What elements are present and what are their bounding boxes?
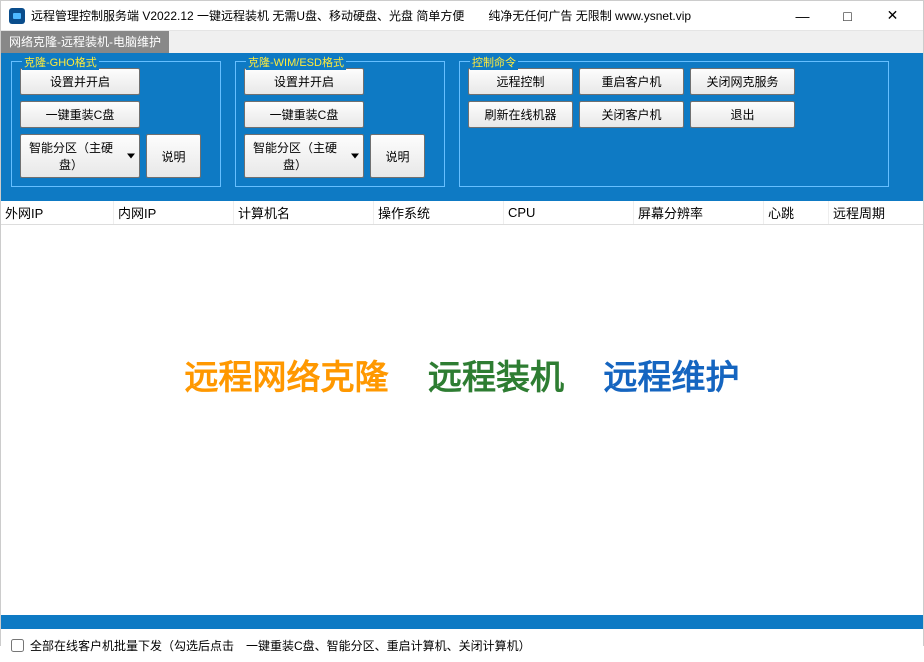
watermark-1: 远程网络克隆 bbox=[185, 359, 389, 397]
col-resolution[interactable]: 屏幕分辨率 bbox=[634, 201, 764, 224]
table-header-row: 外网IP 内网IP 计算机名 操作系统 CPU 屏幕分辨率 心跳 远程周期 bbox=[1, 201, 923, 225]
shutdown-client-button[interactable]: 关闭客户机 bbox=[579, 101, 684, 128]
window-title: 远程管理控制服务端 V2022.12 一键远程装机 无需U盘、移动硬盘、光盘 简… bbox=[31, 7, 780, 24]
wim-reinstall-button[interactable]: 一键重装C盘 bbox=[244, 101, 364, 128]
separator-bar bbox=[1, 615, 923, 629]
wim-help-button[interactable]: 说明 bbox=[370, 134, 425, 178]
gho-partition-dropdown[interactable]: 智能分区（主硬盘） bbox=[20, 134, 140, 178]
col-cpu[interactable]: CPU bbox=[504, 201, 634, 224]
app-icon bbox=[9, 8, 25, 24]
remote-control-button[interactable]: 远程控制 bbox=[468, 68, 573, 95]
exit-button[interactable]: 退出 bbox=[690, 101, 795, 128]
wim-partition-dropdown[interactable]: 智能分区（主硬盘） bbox=[244, 134, 364, 178]
col-remote-cycle[interactable]: 远程周期 bbox=[829, 201, 919, 224]
col-os[interactable]: 操作系统 bbox=[374, 201, 504, 224]
minimize-button[interactable]: — bbox=[780, 2, 825, 30]
toolbar-panel: 克隆-GHO格式 设置并开启 一键重装C盘 智能分区（主硬盘） 说明 克隆-WI… bbox=[1, 53, 923, 201]
close-netclone-button[interactable]: 关闭网克服务 bbox=[690, 68, 795, 95]
refresh-online-button[interactable]: 刷新在线机器 bbox=[468, 101, 573, 128]
gho-help-button[interactable]: 说明 bbox=[146, 134, 201, 178]
tab-strip: 网络克隆-远程装机-电脑维护 bbox=[1, 31, 923, 53]
tab-main[interactable]: 网络克隆-远程装机-电脑维护 bbox=[1, 31, 169, 53]
group-gho: 克隆-GHO格式 设置并开启 一键重装C盘 智能分区（主硬盘） 说明 bbox=[11, 61, 221, 187]
chevron-down-icon bbox=[127, 154, 135, 159]
group-gho-legend: 克隆-GHO格式 bbox=[22, 54, 99, 70]
group-wim-legend: 克隆-WIM/ESD格式 bbox=[246, 54, 346, 70]
col-lan-ip[interactable]: 内网IP bbox=[114, 201, 234, 224]
window-controls: — □ ✕ bbox=[780, 2, 915, 30]
col-heartbeat[interactable]: 心跳 bbox=[764, 201, 829, 224]
watermark-text: 远程网络克隆 远程装机 远程维护 bbox=[1, 350, 923, 399]
restart-client-button[interactable]: 重启客户机 bbox=[579, 68, 684, 95]
group-control: 控制命令 远程控制 重启客户机 关闭网克服务 刷新在线机器 关闭客户机 退出 bbox=[459, 61, 889, 187]
group-control-legend: 控制命令 bbox=[470, 54, 518, 70]
chevron-down-icon bbox=[351, 154, 359, 159]
gho-set-button[interactable]: 设置并开启 bbox=[20, 68, 140, 95]
col-computer-name[interactable]: 计算机名 bbox=[234, 201, 374, 224]
close-button[interactable]: ✕ bbox=[870, 2, 915, 30]
table-body[interactable]: 远程网络克隆 远程装机 远程维护 bbox=[1, 225, 923, 615]
col-wan-ip[interactable]: 外网IP bbox=[1, 201, 114, 224]
watermark-3: 远程维护 bbox=[603, 359, 739, 397]
watermark-2: 远程装机 bbox=[428, 359, 564, 397]
maximize-button[interactable]: □ bbox=[825, 2, 870, 30]
wim-set-button[interactable]: 设置并开启 bbox=[244, 68, 364, 95]
gho-reinstall-button[interactable]: 一键重装C盘 bbox=[20, 101, 140, 128]
window-titlebar: 远程管理控制服务端 V2022.12 一键远程装机 无需U盘、移动硬盘、光盘 简… bbox=[1, 1, 923, 31]
group-wim: 克隆-WIM/ESD格式 设置并开启 一键重装C盘 智能分区（主硬盘） 说明 bbox=[235, 61, 445, 187]
